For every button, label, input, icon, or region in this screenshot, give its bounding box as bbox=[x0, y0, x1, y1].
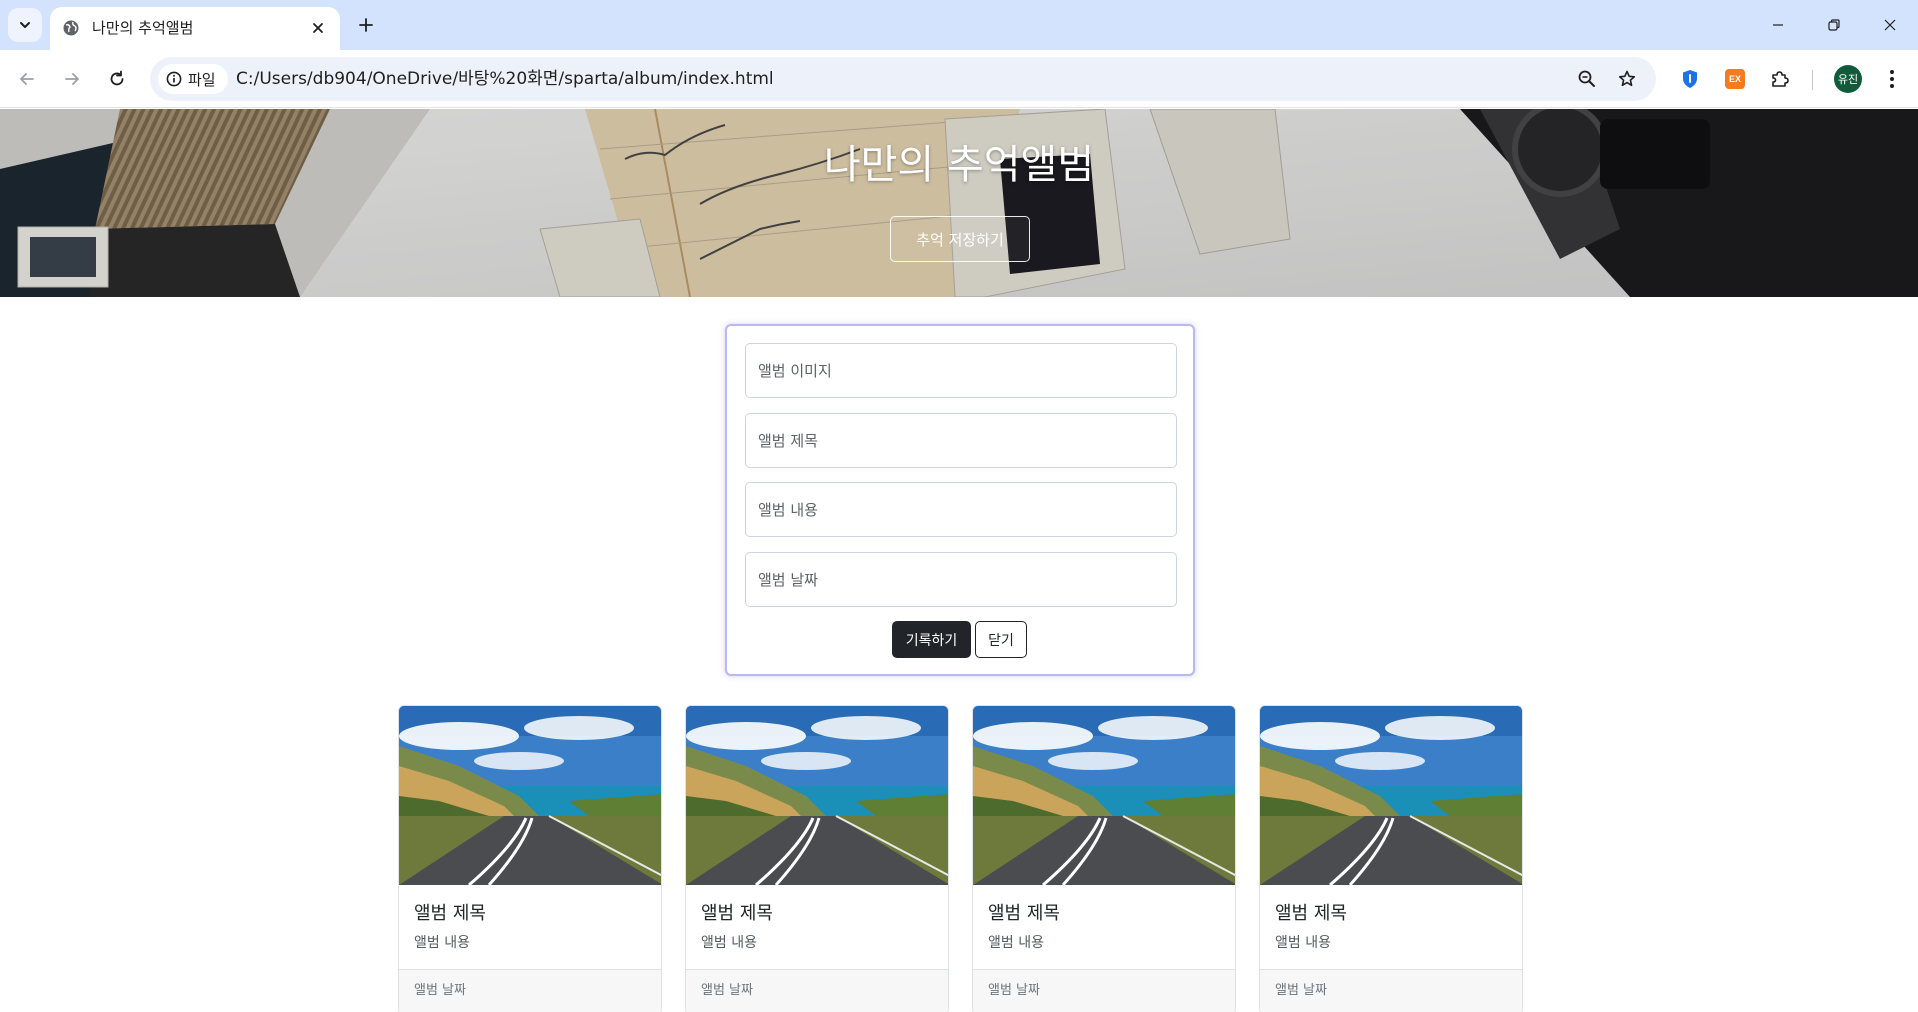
hero-background-image bbox=[0, 109, 1918, 297]
save-memory-button[interactable]: 추억 저장하기 bbox=[890, 216, 1030, 262]
card-text: 앨범 내용 bbox=[414, 935, 470, 951]
zoom-button[interactable] bbox=[1574, 66, 1600, 92]
minimize-icon bbox=[1773, 24, 1783, 26]
active-tab[interactable]: 나만의 추억앨범 bbox=[50, 7, 340, 50]
hero-banner: 나만의 추억앨범 추억 저장하기 bbox=[0, 109, 1918, 297]
tab-search-button[interactable] bbox=[8, 8, 42, 42]
card-title: 앨범 제목 bbox=[414, 903, 486, 924]
close-icon bbox=[1884, 19, 1896, 31]
card-text: 앨범 내용 bbox=[1275, 935, 1331, 951]
close-window-button[interactable] bbox=[1862, 0, 1918, 50]
post-form: 기록하기 닫기 bbox=[725, 324, 1195, 676]
album-image-input[interactable] bbox=[746, 344, 1176, 397]
info-icon bbox=[166, 71, 182, 87]
hero-title: 나만의 추억앨범 bbox=[823, 142, 1095, 188]
album-card[interactable]: 앨범 제목 앨범 내용 앨범 날짜 bbox=[398, 705, 662, 1012]
arrow-right-icon bbox=[65, 73, 79, 85]
card-text: 앨범 내용 bbox=[988, 935, 1044, 951]
album-date-field[interactable] bbox=[745, 552, 1177, 607]
card-footer: 앨범 날짜 bbox=[973, 969, 1235, 1012]
card-image bbox=[399, 706, 661, 885]
site-info-chip[interactable]: 파일 bbox=[158, 64, 228, 94]
extension-ex-button[interactable]: EX bbox=[1721, 65, 1749, 93]
card-footer: 앨범 날짜 bbox=[1260, 969, 1522, 1012]
album-content-input[interactable] bbox=[746, 483, 1176, 536]
minimize-button[interactable] bbox=[1750, 0, 1806, 50]
reload-icon bbox=[110, 70, 124, 86]
url-text[interactable]: C:/Users/db904/OneDrive/바탕%20화면/sparta/a… bbox=[236, 68, 774, 90]
card-date: 앨범 날짜 bbox=[988, 983, 1040, 998]
page-content: 나만의 추억앨범 추억 저장하기 기록하기 닫기 bbox=[0, 109, 1918, 1012]
card-footer: 앨범 날짜 bbox=[686, 969, 948, 1012]
record-button[interactable]: 기록하기 bbox=[892, 621, 971, 658]
browser-toolbar: 파일 C:/Users/db904/OneDrive/바탕%20화면/spart… bbox=[0, 50, 1918, 108]
arrow-left-icon bbox=[20, 73, 34, 85]
plus-icon bbox=[359, 18, 373, 32]
chevron-down-icon bbox=[20, 22, 30, 28]
close-form-button[interactable]: 닫기 bbox=[975, 621, 1027, 658]
back-button[interactable] bbox=[10, 62, 44, 96]
forward-button[interactable] bbox=[55, 62, 89, 96]
album-content-field[interactable] bbox=[745, 482, 1177, 537]
tab-title: 나만의 추억앨범 bbox=[92, 19, 194, 37]
bookmark-button[interactable] bbox=[1614, 66, 1640, 92]
card-title: 앨범 제목 bbox=[988, 903, 1060, 924]
address-bar[interactable]: 파일 C:/Users/db904/OneDrive/바탕%20화면/spart… bbox=[150, 57, 1656, 101]
star-icon bbox=[1618, 70, 1636, 87]
shield-icon bbox=[1683, 70, 1697, 88]
menu-button[interactable] bbox=[1878, 65, 1906, 93]
card-image bbox=[1260, 706, 1522, 885]
album-card[interactable]: 앨범 제목 앨범 내용 앨범 날짜 bbox=[685, 705, 949, 1012]
tab-strip: 나만의 추억앨범 bbox=[0, 0, 1918, 50]
profile-avatar[interactable]: 유진 bbox=[1834, 65, 1862, 93]
toolbar-divider bbox=[1812, 70, 1813, 90]
album-card[interactable]: 앨범 제목 앨범 내용 앨범 날짜 bbox=[972, 705, 1236, 1012]
album-title-input[interactable] bbox=[746, 414, 1176, 467]
card-image bbox=[973, 706, 1235, 885]
site-chip-label: 파일 bbox=[188, 70, 216, 89]
card-image bbox=[686, 706, 948, 885]
restore-button[interactable] bbox=[1806, 0, 1862, 50]
globe-icon bbox=[63, 20, 79, 36]
extension-shield-button[interactable] bbox=[1676, 65, 1704, 93]
extensions-menu-button[interactable] bbox=[1766, 65, 1794, 93]
card-date: 앨범 날짜 bbox=[1275, 983, 1327, 998]
album-title-field[interactable] bbox=[745, 413, 1177, 468]
close-icon bbox=[313, 23, 323, 33]
zoom-out-icon bbox=[1578, 70, 1595, 87]
card-footer: 앨범 날짜 bbox=[399, 969, 661, 1012]
reload-button[interactable] bbox=[100, 62, 134, 96]
tab-close-button[interactable] bbox=[306, 16, 330, 40]
new-tab-button[interactable] bbox=[350, 9, 382, 41]
card-text: 앨범 내용 bbox=[701, 935, 757, 951]
puzzle-icon bbox=[1772, 71, 1789, 87]
album-card[interactable]: 앨범 제목 앨범 내용 앨범 날짜 bbox=[1259, 705, 1523, 1012]
ex-extension-icon: EX bbox=[1725, 69, 1745, 89]
card-title: 앨범 제목 bbox=[701, 903, 773, 924]
more-vert-icon bbox=[1890, 70, 1894, 88]
card-date: 앨범 날짜 bbox=[414, 983, 466, 998]
card-date: 앨범 날짜 bbox=[701, 983, 753, 998]
album-image-field[interactable] bbox=[745, 343, 1177, 398]
restore-icon bbox=[1828, 19, 1840, 31]
card-title: 앨범 제목 bbox=[1275, 903, 1347, 924]
album-date-input[interactable] bbox=[746, 553, 1176, 606]
